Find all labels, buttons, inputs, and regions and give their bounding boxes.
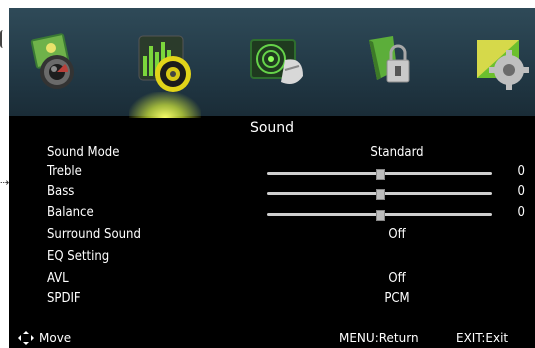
row-sound-mode[interactable]: Sound Mode Standard: [47, 145, 517, 165]
balance-slider[interactable]: [267, 210, 492, 221]
row-spdif[interactable]: SPDIF PCM: [47, 291, 517, 311]
sound-mode-label: Sound Mode: [47, 145, 120, 160]
tv-menu-screen: Sound Sound Mode Standard Treble 0 Bass …: [9, 8, 535, 348]
setup-icon: [477, 40, 529, 90]
stray-arrow-mark: ⇢: [0, 176, 10, 189]
bass-value: 0: [517, 184, 525, 199]
treble-value: 0: [517, 164, 525, 179]
selected-tab-glow: [129, 92, 201, 118]
move-hint: Move: [39, 331, 72, 345]
balance-slider-knob[interactable]: [375, 210, 385, 221]
tab-channel[interactable]: [233, 8, 321, 116]
tab-picture[interactable]: [9, 8, 97, 116]
balance-value: 0: [517, 205, 525, 220]
avl-label: AVL: [47, 271, 69, 286]
menu-title: Sound: [249, 120, 295, 136]
menu-return-hint: MENU:Return: [339, 331, 419, 345]
row-balance[interactable]: Balance 0: [47, 205, 525, 225]
tab-lock[interactable]: [345, 8, 433, 116]
row-avl[interactable]: AVL Off: [47, 271, 517, 291]
bass-slider-knob[interactable]: [375, 189, 385, 200]
move-arrows-icon: [18, 331, 34, 345]
surround-sound-label: Surround Sound: [47, 227, 141, 242]
channel-icon: [250, 39, 303, 84]
bass-slider[interactable]: [267, 189, 492, 200]
balance-label: Balance: [47, 205, 94, 220]
sound-mode-value: Standard: [370, 145, 424, 160]
menu-tab-bar: [9, 8, 535, 118]
row-treble[interactable]: Treble 0: [47, 164, 525, 184]
sound-icon: [138, 35, 191, 92]
picture-icon: [30, 33, 74, 89]
surround-sound-value: Off: [388, 227, 406, 242]
row-surround-sound[interactable]: Surround Sound Off: [47, 227, 517, 247]
lock-icon: [369, 36, 410, 83]
avl-value: Off: [388, 271, 406, 286]
treble-slider-knob[interactable]: [375, 169, 385, 180]
exit-hint: EXIT:Exit: [456, 331, 509, 345]
bass-label: Bass: [47, 184, 75, 199]
tab-sound[interactable]: [121, 8, 209, 118]
stray-bracket-mark: [0, 30, 8, 48]
row-eq-setting[interactable]: EQ Setting: [47, 249, 517, 269]
row-bass[interactable]: Bass 0: [47, 184, 525, 204]
treble-slider[interactable]: [267, 169, 492, 180]
spdif-value: PCM: [384, 291, 410, 306]
footer-hints: Move MENU:Return EXIT:Exit: [9, 330, 535, 348]
treble-label: Treble: [47, 164, 82, 179]
eq-setting-label: EQ Setting: [47, 249, 110, 264]
tab-setup[interactable]: [457, 8, 535, 116]
spdif-label: SPDIF: [47, 291, 81, 306]
